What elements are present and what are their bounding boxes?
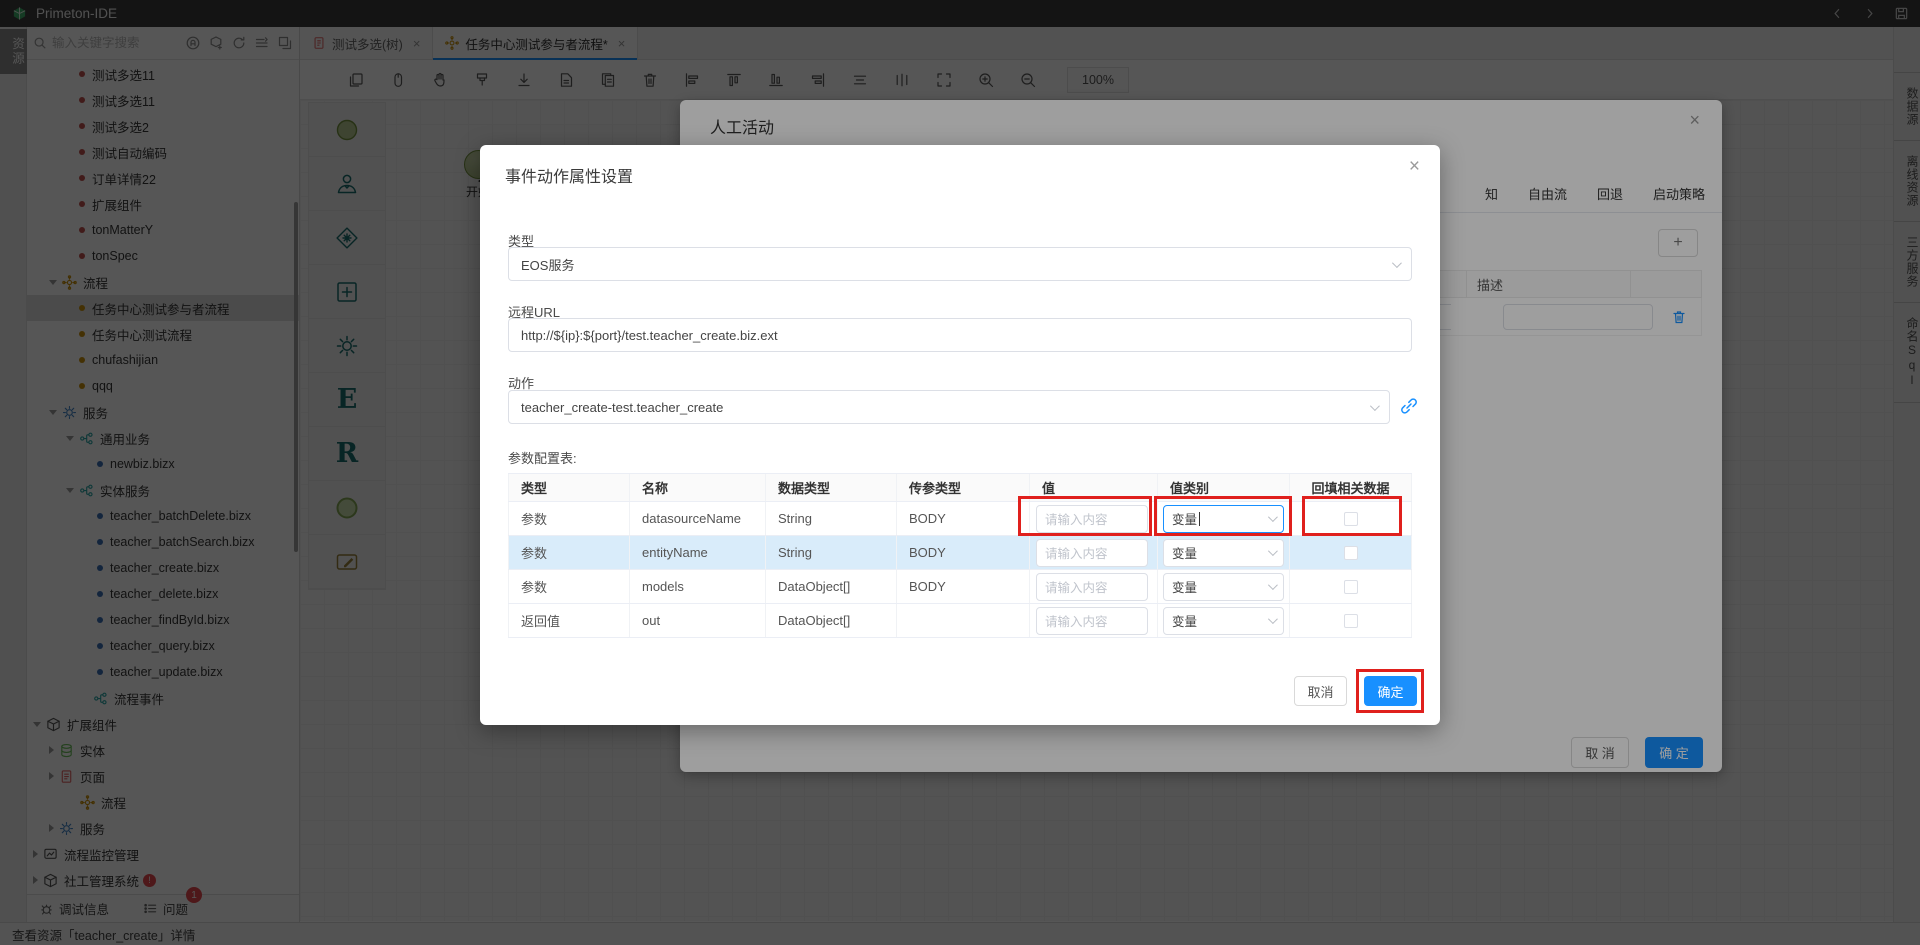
param-cell: 参数 [508, 570, 630, 603]
column-header: 传参类型 [897, 474, 1030, 501]
backfill-cell [1290, 570, 1412, 603]
value-type-select[interactable]: 变量 [1163, 573, 1284, 601]
param-table-label: 参数配置表: [508, 448, 577, 467]
column-header: 数据类型 [766, 474, 897, 501]
chevron-down-icon [1268, 614, 1278, 624]
value-type-cell: 变量 [1158, 570, 1290, 603]
backfill-checkbox[interactable] [1344, 512, 1358, 526]
value-input[interactable]: 请输入内容 [1036, 573, 1148, 601]
column-header: 类型 [508, 474, 630, 501]
backfill-cell [1290, 502, 1412, 535]
action-select[interactable]: teacher_create-test.teacher_create [508, 390, 1390, 424]
value-type-select[interactable]: 变量 [1163, 539, 1284, 567]
param-cell: BODY [897, 570, 1030, 603]
param-table-row: 参数modelsDataObject[]BODY请输入内容变量 [508, 570, 1412, 604]
chevron-down-icon [1370, 401, 1380, 411]
backfill-cell [1290, 604, 1412, 637]
param-table-row: 返回值outDataObject[] 请输入内容变量 [508, 604, 1412, 638]
type-select[interactable]: EOS服务 [508, 247, 1412, 281]
chevron-down-icon [1268, 512, 1278, 522]
param-cell: entityName [630, 536, 766, 569]
type-select-value: EOS服务 [521, 255, 574, 274]
param-cell [897, 604, 1030, 637]
modal-cancel-button[interactable]: 取消 [1294, 676, 1347, 706]
param-table-row: 参数entityNameStringBODY请输入内容变量 [508, 536, 1412, 570]
value-cell: 请输入内容 [1030, 604, 1158, 637]
value-input[interactable]: 请输入内容 [1036, 607, 1148, 635]
column-header: 回填相关数据 [1290, 474, 1412, 501]
chevron-down-icon [1392, 258, 1402, 268]
text-cursor [1199, 512, 1200, 526]
modal-title: 事件动作属性设置 [505, 163, 633, 187]
param-cell: 返回值 [508, 604, 630, 637]
param-table-row: 参数datasourceNameStringBODY请输入内容变量 [508, 502, 1412, 536]
url-input-value: http://${ip}:${port}/test.teacher_create… [521, 328, 778, 343]
column-header: 值类别 [1158, 474, 1290, 501]
backfill-checkbox[interactable] [1344, 580, 1358, 594]
param-cell: String [766, 536, 897, 569]
value-type-cell: 变量 [1158, 502, 1290, 535]
backfill-checkbox[interactable] [1344, 546, 1358, 560]
param-cell: BODY [897, 536, 1030, 569]
param-table-header-row: 类型名称数据类型传参类型值值类别回填相关数据 [508, 474, 1412, 502]
value-type-cell: 变量 [1158, 604, 1290, 637]
param-cell: 参数 [508, 536, 630, 569]
event-action-properties-modal: 事件动作属性设置 × 类型 EOS服务 远程URL http://${ip}:$… [480, 145, 1440, 725]
column-header: 值 [1030, 474, 1158, 501]
url-input[interactable]: http://${ip}:${port}/test.teacher_create… [508, 318, 1412, 352]
param-cell: 参数 [508, 502, 630, 535]
value-cell: 请输入内容 [1030, 536, 1158, 569]
param-cell: datasourceName [630, 502, 766, 535]
value-input[interactable]: 请输入内容 [1036, 505, 1148, 533]
link-icon[interactable] [1398, 395, 1420, 417]
modal-close-icon[interactable]: × [1409, 157, 1420, 176]
value-type-select[interactable]: 变量 [1163, 505, 1284, 533]
chevron-down-icon [1268, 546, 1278, 556]
param-table: 类型名称数据类型传参类型值值类别回填相关数据参数datasourceNameSt… [508, 473, 1412, 638]
param-cell: out [630, 604, 766, 637]
param-cell: DataObject[] [766, 570, 897, 603]
modal-ok-button[interactable]: 确定 [1364, 676, 1417, 706]
backfill-cell [1290, 536, 1412, 569]
column-header: 名称 [630, 474, 766, 501]
value-input[interactable]: 请输入内容 [1036, 539, 1148, 567]
value-type-cell: 变量 [1158, 536, 1290, 569]
value-cell: 请输入内容 [1030, 570, 1158, 603]
value-cell: 请输入内容 [1030, 502, 1158, 535]
action-select-value: teacher_create-test.teacher_create [521, 400, 723, 415]
backfill-checkbox[interactable] [1344, 614, 1358, 628]
param-cell: DataObject[] [766, 604, 897, 637]
param-cell: BODY [897, 502, 1030, 535]
chevron-down-icon [1268, 580, 1278, 590]
param-cell: models [630, 570, 766, 603]
application-window: Primeton-IDE 资源 测试多选11测试多选11测试多选2测试自动编码订… [0, 0, 1920, 945]
param-cell: String [766, 502, 897, 535]
value-type-select[interactable]: 变量 [1163, 607, 1284, 635]
